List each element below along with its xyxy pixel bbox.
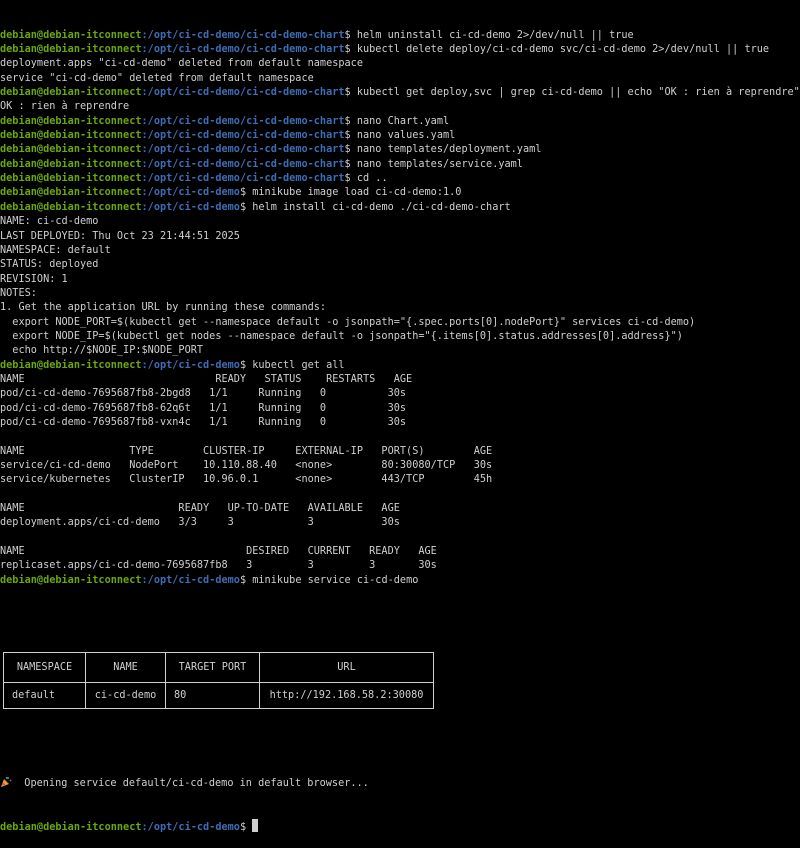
command-text: $ minikube image load ci-cd-demo:1.0 — [239, 187, 462, 199]
final-prompt-line[interactable]: debian@debian-itconnect:/opt/ci-cd-demo$ — [0, 818, 800, 833]
prompt-path: :/opt/ci-cd-demo/ci-cd-demo-chart — [141, 44, 345, 56]
command-line: debian@debian-itconnect:/opt/ci-cd-demo$… — [0, 574, 800, 588]
prompt-path: :/opt/ci-cd-demo/ci-cd-demo-chart — [141, 87, 345, 99]
prompt-user: debian@debian-itconnect — [0, 187, 142, 199]
command-text: $ minikube service ci-cd-demo — [239, 574, 419, 586]
command-text: $ kubectl get deploy,svc | grep ci-cd-de… — [344, 87, 800, 99]
command-line: debian@debian-itconnect:/opt/ci-cd-demo/… — [0, 143, 800, 157]
prompt-path: :/opt/ci-cd-demo/ci-cd-demo-chart — [141, 130, 345, 142]
text-cursor — [252, 818, 259, 832]
prompt-user: debian@debian-itconnect — [0, 115, 142, 127]
output-line: echo http://$NODE_IP:$NODE_PORT — [0, 345, 204, 357]
prompt-path: :/opt/ci-cd-demo — [141, 574, 240, 586]
output-line: replicaset.apps/ci-cd-demo-7695687fb8 3 … — [0, 560, 437, 572]
output-line: NAME DESIRED CURRENT READY AGE — [0, 546, 437, 558]
output-line: NAME: ci-cd-demo — [0, 216, 99, 228]
output-line: NOTES: — [0, 287, 37, 299]
output-line: NAME READY UP-TO-DATE AVAILABLE AGE — [0, 503, 400, 515]
prompt-path: :/opt/ci-cd-demo/ci-cd-demo-chart — [141, 158, 345, 170]
terminal-window[interactable]: debian@debian-itconnect:/opt/ci-cd-demo/… — [0, 0, 800, 833]
command-line: debian@debian-itconnect:/opt/ci-cd-demo/… — [0, 158, 800, 172]
output-line: NAMESPACE: default — [0, 244, 111, 256]
command-line: debian@debian-itconnect:/opt/ci-cd-demo$… — [0, 186, 800, 200]
command-text: $ cd .. — [344, 173, 388, 185]
header-url: URL — [259, 652, 434, 684]
output-line: service/ci-cd-demo NodePort 10.110.88.40… — [0, 460, 493, 471]
output-line: export NODE_IP=$(kubectl get nodes --nam… — [0, 330, 683, 342]
command-line: debian@debian-itconnect:/opt/ci-cd-demo$… — [0, 359, 800, 373]
opening-service-text: Opening service default/ci-cd-demo in de… — [12, 777, 369, 789]
command-text: $ helm uninstall ci-cd-demo 2>/dev/null … — [344, 29, 634, 41]
prompt-user: debian@debian-itconnect — [0, 173, 142, 185]
command-text: $ nano Chart.yaml — [344, 115, 450, 127]
command-line: debian@debian-itconnect:/opt/ci-cd-demo/… — [0, 172, 800, 186]
prompt-user: debian@debian-itconnect — [0, 144, 142, 156]
output-line: pod/ci-cd-demo-7695687fb8-vxn4c 1/1 Runn… — [0, 416, 407, 428]
prompt-path: :/opt/ci-cd-demo/ci-cd-demo-chart — [141, 173, 345, 185]
command-text: $ helm install ci-cd-demo ./ci-cd-demo-c… — [239, 201, 511, 213]
cell-url[interactable]: http://192.168.58.2:30080 — [259, 682, 434, 710]
prompt-path: :/opt/ci-cd-demo — [141, 821, 240, 833]
minikube-service-table: NAMESPACE NAME TARGET PORT URL default c… — [3, 652, 434, 710]
table-header-row: NAMESPACE NAME TARGET PORT URL — [3, 652, 434, 684]
command-text: $ nano templates/deployment.yaml — [344, 144, 542, 156]
party-popper-icon — [0, 776, 12, 788]
prompt-path: :/opt/ci-cd-demo — [141, 359, 240, 371]
command-line: debian@debian-itconnect:/opt/ci-cd-demo/… — [0, 115, 800, 129]
output-line: LAST DEPLOYED: Thu Oct 23 21:44:51 2025 — [0, 230, 240, 242]
command-line: debian@debian-itconnect:/opt/ci-cd-demo$… — [0, 201, 800, 215]
output-line: pod/ci-cd-demo-7695687fb8-62q6t 1/1 Runn… — [0, 402, 407, 414]
prompt-user: debian@debian-itconnect — [0, 359, 142, 371]
output-line: export NODE_PORT=$(kubectl get --namespa… — [0, 316, 696, 328]
output-line: deployment.apps "ci-cd-demo" deleted fro… — [0, 58, 363, 70]
command-line: debian@debian-itconnect:/opt/ci-cd-demo/… — [0, 29, 800, 43]
cell-name: ci-cd-demo — [85, 682, 166, 710]
prompt-user: debian@debian-itconnect — [0, 29, 142, 41]
prompt-path: :/opt/ci-cd-demo — [141, 187, 240, 199]
prompt-path: :/opt/ci-cd-demo/ci-cd-demo-chart — [141, 144, 345, 156]
command-line: debian@debian-itconnect:/opt/ci-cd-demo/… — [0, 43, 800, 57]
output-line: service "ci-cd-demo" deleted from defaul… — [0, 72, 314, 84]
command-text: $ kubectl delete deploy/ci-cd-demo svc/c… — [344, 44, 770, 56]
output-line: NAME TYPE CLUSTER-IP EXTERNAL-IP PORT(S)… — [0, 445, 493, 457]
opening-service-line: Opening service default/ci-cd-demo in de… — [0, 776, 800, 790]
command-line: debian@debian-itconnect:/opt/ci-cd-demo/… — [0, 86, 800, 100]
command-text: $ nano templates/service.yaml — [344, 158, 523, 170]
prompt-path: :/opt/ci-cd-demo/ci-cd-demo-chart — [141, 29, 345, 41]
prompt-path: :/opt/ci-cd-demo/ci-cd-demo-chart — [141, 115, 345, 127]
output-line: REVISION: 1 — [0, 273, 68, 285]
prompt-user: debian@debian-itconnect — [0, 87, 142, 99]
prompt-symbol: $ — [239, 821, 253, 833]
prompt-user: debian@debian-itconnect — [0, 574, 142, 586]
header-target-port: TARGET PORT — [165, 652, 260, 684]
prompt-user: debian@debian-itconnect — [0, 158, 142, 170]
output-line: OK : rien à reprendre — [0, 101, 130, 113]
prompt-user: debian@debian-itconnect — [0, 44, 142, 56]
prompt-path: :/opt/ci-cd-demo — [141, 201, 240, 213]
header-name: NAME — [85, 652, 166, 684]
table-row: default ci-cd-demo 80 http://192.168.58.… — [3, 682, 434, 710]
output-line: service/kubernetes ClusterIP 10.96.0.1 <… — [0, 474, 493, 486]
output-line: pod/ci-cd-demo-7695687fb8-2bgd8 1/1 Runn… — [0, 388, 407, 400]
output-line: deployment.apps/ci-cd-demo 3/3 3 3 30s — [0, 517, 400, 529]
prompt-user: debian@debian-itconnect — [0, 201, 142, 213]
terminal-output: debian@debian-itconnect:/opt/ci-cd-demo/… — [0, 29, 800, 588]
prompt-user: debian@debian-itconnect — [0, 130, 142, 142]
header-namespace: NAMESPACE — [3, 652, 86, 684]
command-line: debian@debian-itconnect:/opt/ci-cd-demo/… — [0, 129, 800, 143]
command-text: $ kubectl get all — [239, 359, 345, 371]
minikube-service-table-wrap: NAMESPACE NAME TARGET PORT URL default c… — [0, 617, 800, 747]
prompt-user: debian@debian-itconnect — [0, 821, 142, 833]
command-text: $ nano values.yaml — [344, 130, 456, 142]
output-line: 1. Get the application URL by running th… — [0, 302, 327, 314]
cell-namespace: default — [3, 682, 86, 710]
output-line: NAME READY STATUS RESTARTS AGE — [0, 373, 413, 385]
cell-target-port: 80 — [165, 682, 260, 710]
output-line: STATUS: deployed — [0, 259, 99, 271]
